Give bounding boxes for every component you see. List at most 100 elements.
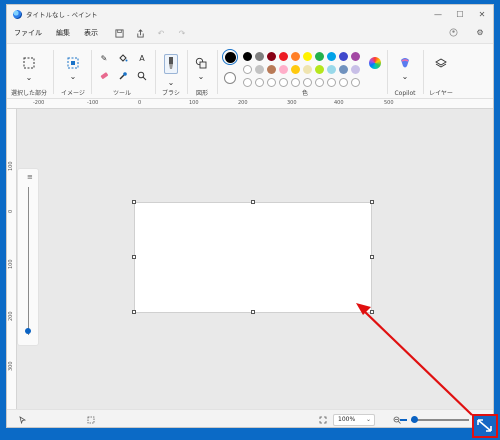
color-swatch[interactable] (327, 52, 336, 61)
color-swatch[interactable] (255, 65, 264, 74)
paint-window: タイトルなし - ペイント — ☐ ✕ ファイル 編集 表示 ↶ ↷ ⚙ ⌄ 選… (6, 4, 494, 428)
layers-group: レイヤー (423, 44, 459, 100)
close-button[interactable]: ✕ (471, 5, 493, 23)
ruler-label: 100 (8, 259, 14, 269)
selection-size-icon (84, 413, 98, 427)
color-swatch[interactable] (243, 65, 252, 74)
custom-color-slot[interactable] (243, 78, 252, 87)
zoom-in-icon[interactable]: ≡ (27, 173, 33, 181)
color-swatch[interactable] (351, 65, 360, 74)
chevron-down-icon[interactable]: ⌄ (195, 70, 207, 82)
custom-color-slot[interactable] (339, 78, 348, 87)
color-swatch[interactable] (339, 65, 348, 74)
select-rectangle-icon[interactable] (22, 56, 36, 70)
brush-group: ⌄ ブラシ (156, 44, 186, 100)
highlighted-resize-grip[interactable] (472, 414, 498, 438)
undo-icon[interactable]: ↶ (154, 26, 168, 40)
copilot-icon[interactable] (399, 57, 411, 69)
menu-view[interactable]: 表示 (77, 28, 105, 38)
color-swatch[interactable] (243, 52, 252, 61)
custom-color-slot[interactable] (255, 78, 264, 87)
color-swatch[interactable] (255, 52, 264, 61)
account-icon[interactable] (446, 25, 460, 39)
title-bar: タイトルなし - ペイント — ☐ ✕ (7, 5, 493, 23)
settings-gear-icon[interactable]: ⚙ (473, 25, 487, 39)
chevron-down-icon[interactable]: ⌄ (23, 71, 35, 83)
color-swatch[interactable] (279, 65, 288, 74)
text-tool-icon[interactable]: A (136, 52, 148, 64)
fill-bucket-icon[interactable] (117, 52, 129, 64)
ruler-label: 200 (8, 311, 14, 321)
redo-icon[interactable]: ↷ (175, 26, 189, 40)
menu-bar: ファイル 編集 表示 ↶ ↷ ⚙ (7, 23, 493, 43)
share-icon[interactable] (133, 26, 147, 40)
custom-color-slot[interactable] (279, 78, 288, 87)
color-swatch[interactable] (291, 52, 300, 61)
resize-handle[interactable] (370, 255, 374, 259)
minimize-button[interactable]: — (427, 5, 449, 23)
zoom-slider-track[interactable] (411, 419, 469, 421)
color-swatch[interactable] (279, 52, 288, 61)
color-picker-icon[interactable] (117, 70, 129, 82)
resize-handle[interactable] (132, 255, 136, 259)
secondary-color-button[interactable] (224, 72, 236, 84)
custom-color-slot[interactable] (303, 78, 312, 87)
chevron-down-icon[interactable]: ⌄ (399, 70, 411, 82)
drawing-canvas[interactable] (134, 202, 372, 313)
primary-color-swatch (224, 51, 236, 63)
resize-handle[interactable] (132, 310, 136, 314)
chevron-down-icon[interactable]: ⌄ (165, 76, 177, 88)
chevron-down-icon: ⌄ (365, 416, 371, 423)
maximize-button[interactable]: ☐ (449, 5, 471, 23)
vertical-zoom-thumb[interactable] (25, 328, 31, 334)
ruler-label: 100 (8, 161, 14, 171)
custom-color-slot[interactable] (315, 78, 324, 87)
custom-color-slot[interactable] (291, 78, 300, 87)
selection-group-label: 選択した部分 (10, 90, 47, 97)
pencil-icon[interactable]: ✎ (98, 52, 110, 64)
eraser-icon[interactable] (98, 70, 110, 82)
chevron-down-icon[interactable]: ⌄ (67, 70, 79, 82)
zoom-level-select[interactable]: 100% ⌄ (333, 414, 375, 426)
brush-button[interactable] (164, 54, 178, 74)
resize-handle[interactable] (251, 310, 255, 314)
menu-file[interactable]: ファイル (7, 28, 49, 38)
image-group: ⌄ イメージ (55, 44, 91, 100)
color-swatch[interactable] (351, 52, 360, 61)
ruler-label: 300 (287, 100, 297, 106)
resize-handle[interactable] (370, 310, 374, 314)
custom-color-slot[interactable] (351, 78, 360, 87)
zoom-level-value: 100% (338, 416, 356, 423)
fit-to-window-icon[interactable] (316, 413, 330, 427)
vertical-zoom-panel: ≡ (17, 168, 39, 346)
ruler-label: 200 (238, 100, 248, 106)
resize-handle[interactable] (370, 200, 374, 204)
window-title: タイトルなし - ペイント (26, 11, 98, 19)
color-swatch[interactable] (267, 65, 276, 74)
edit-colors-icon[interactable] (369, 57, 381, 69)
color-swatch[interactable] (315, 52, 324, 61)
color-swatch[interactable] (291, 65, 300, 74)
menu-edit[interactable]: 編集 (49, 28, 77, 38)
primary-color-button[interactable] (222, 49, 238, 65)
ruler-label: 0 (8, 209, 14, 213)
color-swatch[interactable] (267, 52, 276, 61)
layers-icon[interactable] (435, 57, 447, 69)
color-swatch[interactable] (303, 52, 312, 61)
copilot-group-label: Copilot (394, 90, 416, 97)
shapes-icon[interactable] (195, 57, 207, 69)
colors-group: 色 (217, 44, 393, 100)
image-crop-icon[interactable] (67, 57, 79, 69)
zoom-slider-thumb[interactable] (411, 416, 418, 423)
save-icon[interactable] (112, 26, 126, 40)
color-swatch[interactable] (315, 65, 324, 74)
custom-color-slot[interactable] (327, 78, 336, 87)
color-swatch[interactable] (327, 65, 336, 74)
resize-handle[interactable] (132, 200, 136, 204)
color-swatch[interactable] (303, 65, 312, 74)
ruler-label: -100 (87, 100, 99, 106)
custom-color-slot[interactable] (267, 78, 276, 87)
color-swatch[interactable] (339, 52, 348, 61)
magnifier-icon[interactable] (136, 70, 148, 82)
resize-handle[interactable] (251, 200, 255, 204)
